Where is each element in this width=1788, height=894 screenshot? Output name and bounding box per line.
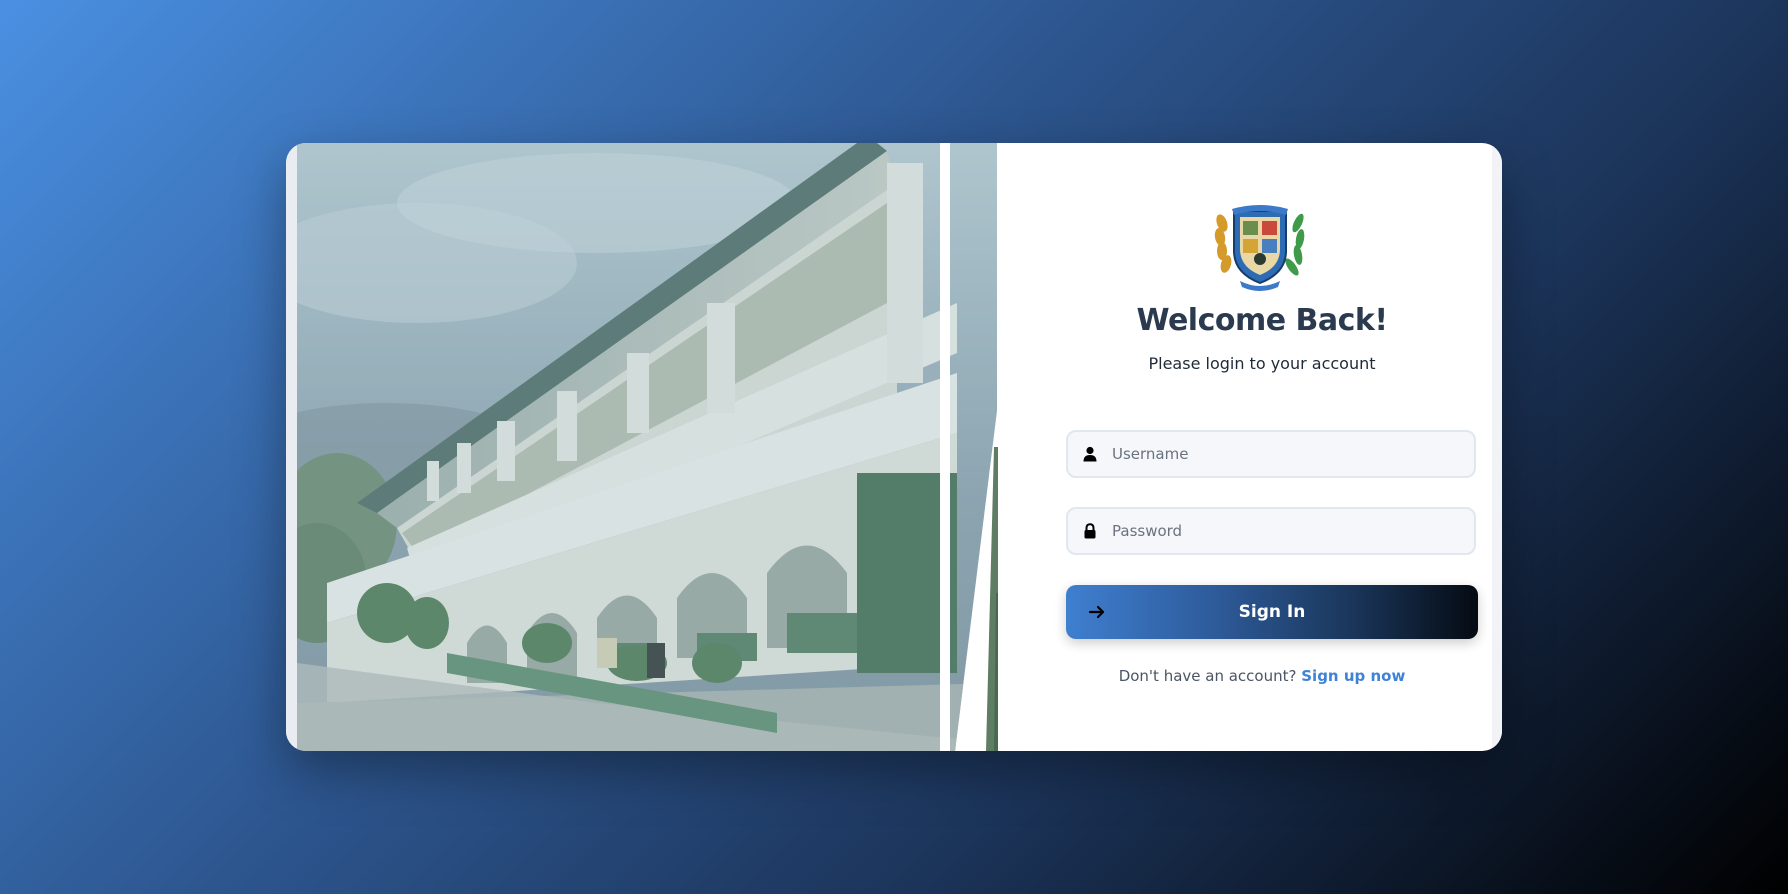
username-input[interactable] xyxy=(1112,432,1462,476)
welcome-subtitle: Please login to your account xyxy=(1148,354,1376,373)
sign-in-label: Sign In xyxy=(1238,602,1306,622)
welcome-title: Welcome Back! xyxy=(1136,303,1388,338)
username-field[interactable] xyxy=(1066,430,1476,478)
sign-in-button[interactable]: Sign In xyxy=(1066,585,1478,639)
photo-sliver xyxy=(940,143,1020,751)
login-form: Welcome Back! Please login to your accou… xyxy=(1032,143,1492,751)
signup-link[interactable]: Sign up now xyxy=(1301,667,1405,685)
password-field[interactable] xyxy=(1066,507,1476,555)
school-building-photo xyxy=(297,143,997,751)
login-card: Welcome Back! Please login to your accou… xyxy=(286,143,1502,751)
photo-border xyxy=(286,143,298,751)
signup-prompt-line: Don't have an account? Sign up now xyxy=(1032,667,1492,685)
signup-prompt: Don't have an account? xyxy=(1118,667,1297,685)
school-seal-logo xyxy=(1210,201,1310,291)
card-right-edge xyxy=(1492,143,1502,751)
password-input[interactable] xyxy=(1112,509,1462,553)
user-icon xyxy=(1082,446,1098,462)
lock-icon xyxy=(1082,523,1098,539)
